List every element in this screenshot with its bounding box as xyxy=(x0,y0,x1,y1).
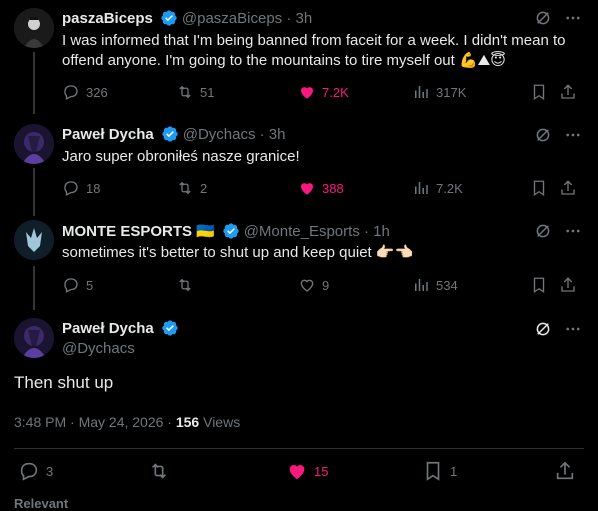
like-count: 388 xyxy=(322,180,344,196)
author-handle[interactable]: @Dychacs xyxy=(62,340,135,357)
share-icon xyxy=(561,277,575,292)
avatar[interactable] xyxy=(14,124,54,164)
like-button[interactable]: 7.2K xyxy=(298,83,349,101)
more-options-icon[interactable] xyxy=(552,9,582,32)
verified-badge-icon xyxy=(161,319,179,337)
reply-text: sometimes it's better to shut up and kee… xyxy=(62,244,414,261)
views-count: 156 xyxy=(175,414,200,430)
share-icon xyxy=(561,180,575,195)
bookmark-button[interactable]: 1 xyxy=(422,460,457,482)
bookmark-icon xyxy=(533,84,545,101)
repost-button[interactable] xyxy=(176,276,200,294)
like-count: 7.2K xyxy=(322,84,349,100)
bookmark-icon xyxy=(533,180,545,197)
author-handle[interactable]: @paszaBiceps · 3h xyxy=(182,10,312,27)
grok-icon[interactable] xyxy=(522,320,552,343)
reply-count: 3 xyxy=(46,463,54,479)
verified-badge-icon xyxy=(222,222,240,240)
reply-icon xyxy=(64,85,78,100)
author-name[interactable]: paszaBiceps xyxy=(62,10,153,27)
author-name[interactable]: Paweł Dycha xyxy=(62,126,154,143)
repost-button[interactable] xyxy=(148,460,176,482)
like-button[interactable]: 388 xyxy=(298,179,344,197)
share-button[interactable] xyxy=(559,179,583,197)
reply-button[interactable]: 326 xyxy=(62,83,108,101)
heart-filled-icon xyxy=(289,465,305,480)
more-options-icon[interactable] xyxy=(552,222,582,245)
verified-badge-icon xyxy=(161,125,179,143)
bookmark-button[interactable] xyxy=(530,179,554,197)
avatar[interactable] xyxy=(14,318,54,358)
share-button[interactable] xyxy=(559,276,583,294)
reply-text: I was informed that I'm being banned fro… xyxy=(62,32,566,69)
repost-icon xyxy=(151,463,167,479)
reply-text: Jaro super obroniłeś nasze granice! xyxy=(62,148,300,165)
like-count: 15 xyxy=(314,463,329,479)
reply-count: 18 xyxy=(86,180,101,196)
repost-button[interactable]: 51 xyxy=(176,83,214,101)
timestamp[interactable]: 3:48 PM · May 24, 2026 · xyxy=(14,414,176,430)
reply-icon xyxy=(64,181,78,196)
views-icon xyxy=(415,86,428,98)
heart-filled-icon xyxy=(301,183,313,195)
avatar[interactable] xyxy=(14,220,54,260)
sort-relevant-label[interactable]: Relevant xyxy=(14,496,68,511)
share-icon xyxy=(556,461,574,480)
like-button[interactable]: 15 xyxy=(286,460,328,482)
reply-count: 326 xyxy=(86,84,108,100)
verified-badge-icon xyxy=(160,9,178,27)
share-button[interactable] xyxy=(554,460,582,482)
author-handle[interactable]: @Monte_Esports · 1h xyxy=(244,223,390,240)
avatar[interactable] xyxy=(14,8,54,48)
like-count: 9 xyxy=(322,277,330,293)
more-options-icon[interactable] xyxy=(552,320,582,343)
more-options-icon[interactable] xyxy=(552,126,582,149)
reply-icon xyxy=(20,462,38,481)
views-count: 317K xyxy=(436,84,467,100)
views-button[interactable]: 317K xyxy=(412,83,466,101)
repost-count: 51 xyxy=(200,84,215,100)
heart-filled-icon xyxy=(301,87,313,99)
bookmark-icon xyxy=(533,277,545,294)
grok-icon[interactable] xyxy=(522,126,552,149)
reply-count: 5 xyxy=(86,277,94,293)
heart-outline-icon xyxy=(300,279,314,292)
tweet-timestamp-row: 3:48 PM · May 24, 2026 · 156 Views xyxy=(14,414,240,430)
bookmark-button[interactable] xyxy=(530,276,554,294)
views-button[interactable]: 7.2K xyxy=(412,179,463,197)
reply-icon xyxy=(64,278,78,293)
views-count: 7.2K xyxy=(436,180,463,196)
repost-icon xyxy=(179,181,191,195)
author-handle[interactable]: @Dychacs · 3h xyxy=(183,126,286,143)
share-button[interactable] xyxy=(559,83,583,101)
views-count: 534 xyxy=(436,277,458,293)
bookmark-button[interactable] xyxy=(530,83,554,101)
views-icon xyxy=(415,279,428,291)
flag-emoji: 🇺🇦 xyxy=(196,223,215,240)
repost-count: 2 xyxy=(200,180,208,196)
views-button[interactable]: 534 xyxy=(412,276,458,294)
author-name[interactable]: MONTE ESPORTS xyxy=(62,223,192,240)
share-icon xyxy=(561,84,575,99)
grok-icon[interactable] xyxy=(522,222,552,245)
views-label: Views xyxy=(199,414,241,430)
views-icon xyxy=(415,182,428,194)
bookmark-icon xyxy=(426,461,440,481)
reply-button[interactable]: 3 xyxy=(18,460,53,482)
repost-button[interactable]: 2 xyxy=(176,179,207,197)
like-button[interactable]: 9 xyxy=(298,276,329,294)
reply-button[interactable]: 5 xyxy=(62,276,93,294)
tweet-text: Then shut up xyxy=(14,373,114,392)
author-name[interactable]: Paweł Dycha xyxy=(62,320,154,337)
grok-icon[interactable] xyxy=(522,9,552,32)
repost-icon xyxy=(179,278,191,292)
repost-icon xyxy=(179,85,191,99)
reply-button[interactable]: 18 xyxy=(62,179,100,197)
bookmark-count: 1 xyxy=(450,463,458,479)
